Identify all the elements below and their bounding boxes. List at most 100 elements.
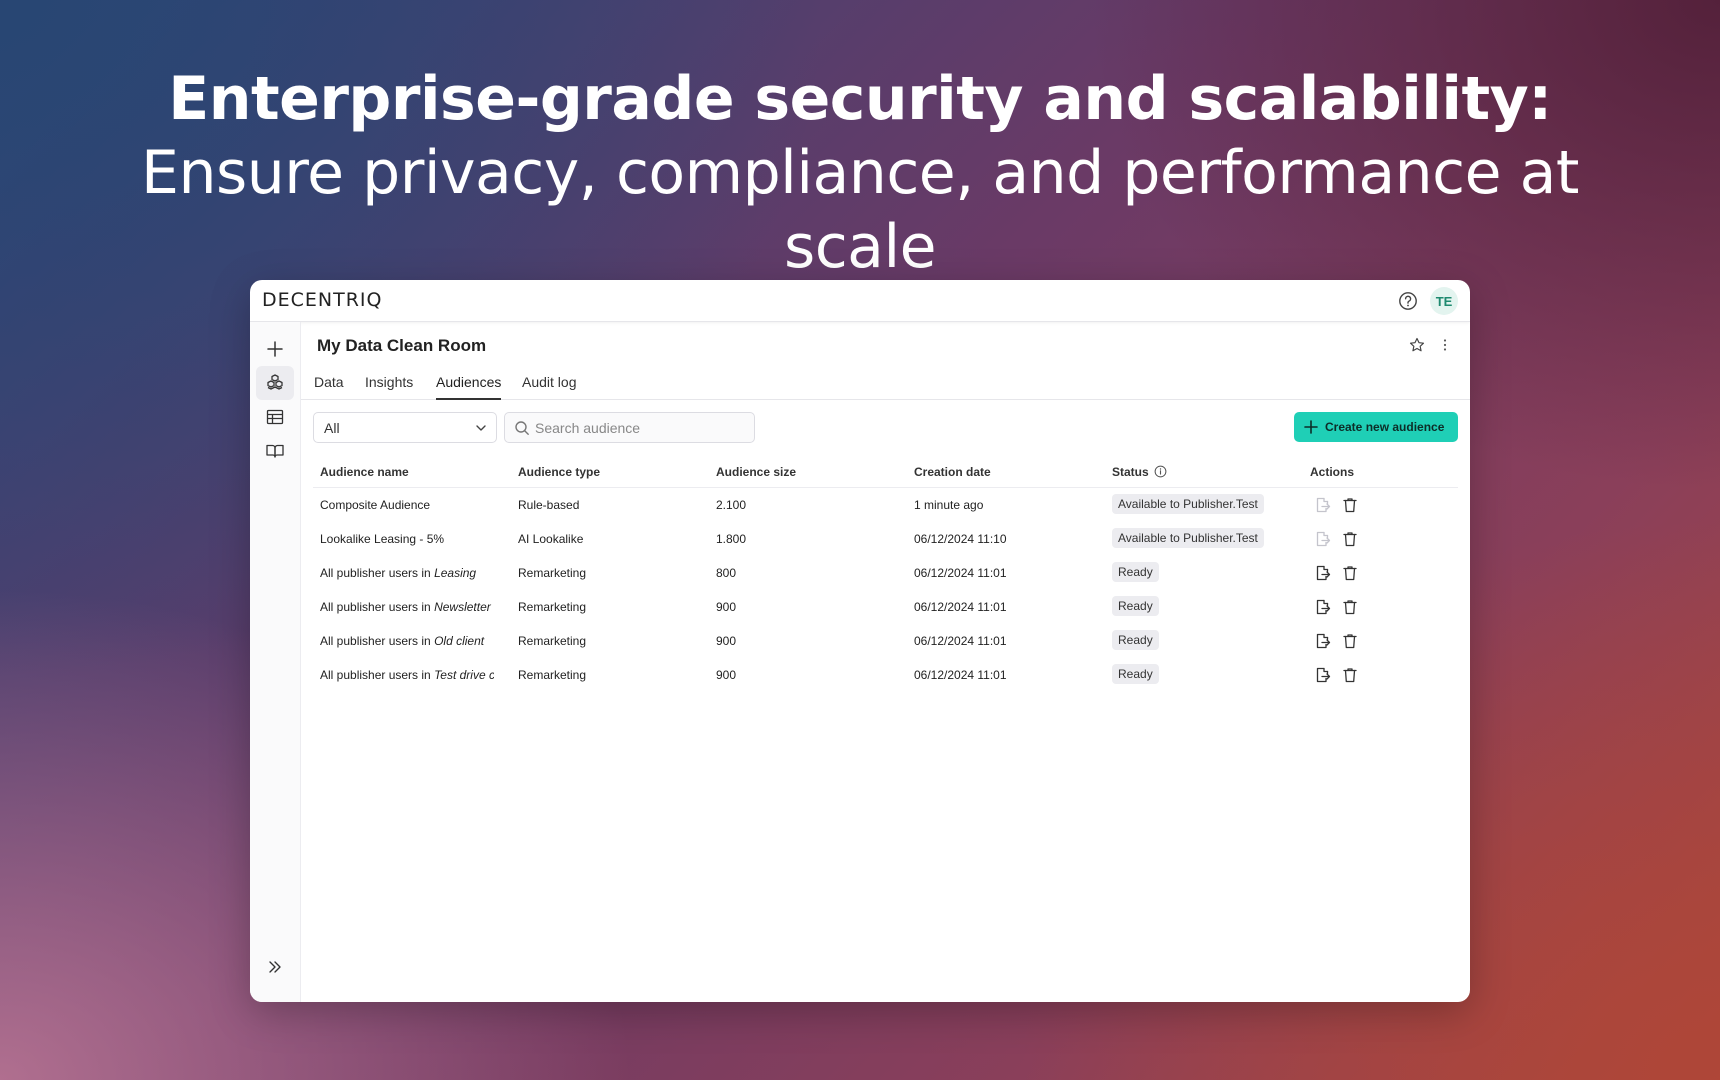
top-bar: DECENTRIQ TE <box>250 280 1470 322</box>
export-icon[interactable] <box>1313 666 1331 684</box>
avatar[interactable]: TE <box>1430 287 1458 315</box>
audience-name-cell: All publisher users in Leasing <box>320 566 494 580</box>
headline-rest: Ensure privacy, compliance, and performa… <box>141 138 1579 282</box>
column-header: Actions <box>1310 465 1355 479</box>
tab-data[interactable]: Data <box>314 374 344 400</box>
trash-icon[interactable] <box>1341 496 1359 514</box>
star-icon[interactable] <box>1408 336 1426 354</box>
table-row[interactable]: All publisher users in Leasing Remarketin… <box>313 556 1458 590</box>
book-icon <box>266 444 284 458</box>
sidebar-item-tables[interactable] <box>256 400 294 434</box>
column-header[interactable]: Creation date <box>914 465 991 479</box>
table-row[interactable]: Lookalike Leasing - 5% AI Lookalike 1.800 0… <box>313 522 1458 556</box>
audience-type-cell: Remarketing <box>518 600 587 614</box>
status-badge: Available to Publisher.Test <box>1112 528 1264 548</box>
export-icon[interactable] <box>1313 632 1331 650</box>
sidebar-item-clean-rooms[interactable] <box>256 366 294 400</box>
create-audience-button[interactable]: Create new audience <box>1294 412 1458 442</box>
plus-icon <box>1304 420 1318 434</box>
creation-date-cell: 06/12/2024 11:01 <box>914 566 1007 580</box>
audience-name-cell: All publisher users in Old client <box>320 634 494 648</box>
audience-name-source: Newsletter s <box>434 600 494 614</box>
creation-date-cell: 06/12/2024 11:01 <box>914 634 1007 648</box>
main-panel: My Data Clean Room Data Insights Audienc… <box>301 322 1470 1002</box>
audience-name-cell: All publisher users in Test drive cc <box>320 668 494 682</box>
search-icon <box>515 421 529 435</box>
tab-audit-log[interactable]: Audit log <box>522 374 576 400</box>
audience-name: All publisher users in <box>320 566 435 580</box>
audience-size-cell: 1.800 <box>716 532 747 546</box>
headline-bold: Enterprise-grade security and scalabilit… <box>168 64 1552 134</box>
creation-date-cell: 06/12/2024 11:01 <box>914 668 1007 682</box>
export-icon[interactable] <box>1313 598 1331 616</box>
tab-audiences[interactable]: Audiences <box>436 374 502 400</box>
table-row[interactable]: Composite Audience Rule-based 2.100 1 minut… <box>313 488 1458 522</box>
sidebar-expand-button[interactable] <box>256 950 294 984</box>
export-icon <box>1313 530 1331 548</box>
search-input[interactable] <box>535 418 745 438</box>
trash-icon[interactable] <box>1341 666 1359 684</box>
column-header[interactable]: Audience name <box>320 465 409 479</box>
creation-date-cell: 06/12/2024 11:01 <box>914 600 1007 614</box>
export-icon <box>1313 496 1331 514</box>
audience-type-cell: Remarketing <box>518 566 587 580</box>
info-icon[interactable] <box>1154 465 1167 478</box>
help-icon[interactable] <box>1398 291 1418 311</box>
sidebar <box>250 322 301 1002</box>
audience-size-cell: 900 <box>716 668 737 682</box>
table-body: Composite Audience Rule-based 2.100 1 minut… <box>313 488 1458 692</box>
table-row[interactable]: All publisher users in Test drive cc Rema… <box>313 658 1458 692</box>
sidebar-item-docs[interactable] <box>256 434 294 468</box>
plus-icon <box>267 341 283 357</box>
audiences-table: Audience name Audience type Audience siz… <box>313 457 1458 692</box>
create-audience-label: Create new audience <box>1325 420 1445 434</box>
trash-icon[interactable] <box>1341 632 1359 650</box>
table-row[interactable]: All publisher users in Newsletter s Remar… <box>313 590 1458 624</box>
audience-type-cell: AI Lookalike <box>518 532 584 546</box>
audience-size-cell: 800 <box>716 566 737 580</box>
tab-bar: Data Insights Audiences Audit log <box>301 372 1470 400</box>
more-options-icon[interactable] <box>1436 336 1454 354</box>
trash-icon[interactable] <box>1341 530 1359 548</box>
audience-type-filter[interactable]: All <box>313 412 497 443</box>
page-title: My Data Clean Room <box>317 336 487 355</box>
audience-type-cell: Remarketing <box>518 634 587 648</box>
chevrons-right-icon <box>269 961 281 973</box>
column-header[interactable]: Audience size <box>716 465 796 479</box>
column-header-status[interactable]: Status <box>1112 465 1167 479</box>
status-badge: Ready <box>1112 596 1159 616</box>
audience-name-source: Old client <box>434 634 485 648</box>
creation-date-cell: 06/12/2024 11:10 <box>914 532 1007 546</box>
audience-size-cell: 900 <box>716 634 737 648</box>
table-row[interactable]: All publisher users in Old client Remarke… <box>313 624 1458 658</box>
audience-type-cell: Rule-based <box>518 498 580 512</box>
audience-size-cell: 2.100 <box>716 498 747 512</box>
trash-icon[interactable] <box>1341 598 1359 616</box>
audience-name-source: Leasing <box>434 566 477 580</box>
export-icon[interactable] <box>1313 564 1331 582</box>
sidebar-add-button[interactable] <box>256 332 294 366</box>
table-icon <box>266 409 284 425</box>
audience-name-source: Test drive cc <box>434 668 494 682</box>
audience-name-cell: Lookalike Leasing - 5% <box>320 532 494 546</box>
audience-name: Lookalike Leasing - 5% <box>320 532 445 546</box>
audience-name: All publisher users in <box>320 600 435 614</box>
filter-value: All <box>324 420 340 436</box>
headline: Enterprise-grade security and scalabilit… <box>60 62 1660 284</box>
audience-name-cell: Composite Audience <box>320 498 494 512</box>
cubes-icon <box>267 374 283 390</box>
status-badge: Ready <box>1112 562 1159 582</box>
tab-insights[interactable]: Insights <box>365 374 413 400</box>
audience-name: All publisher users in <box>320 668 435 682</box>
search-box <box>504 412 755 443</box>
audience-size-cell: 900 <box>716 600 737 614</box>
audience-name: Composite Audience <box>320 498 431 512</box>
audience-name-cell: All publisher users in Newsletter s <box>320 600 494 614</box>
status-badge: Available to Publisher.Test <box>1112 494 1264 514</box>
column-header[interactable]: Audience type <box>518 465 600 479</box>
app-window: DECENTRIQ TE My Data Clean Room Data Ins… <box>250 280 1470 1002</box>
trash-icon[interactable] <box>1341 564 1359 582</box>
column-header-label: Status <box>1112 465 1149 479</box>
logo: DECENTRIQ <box>262 289 383 311</box>
audience-type-cell: Remarketing <box>518 668 587 682</box>
